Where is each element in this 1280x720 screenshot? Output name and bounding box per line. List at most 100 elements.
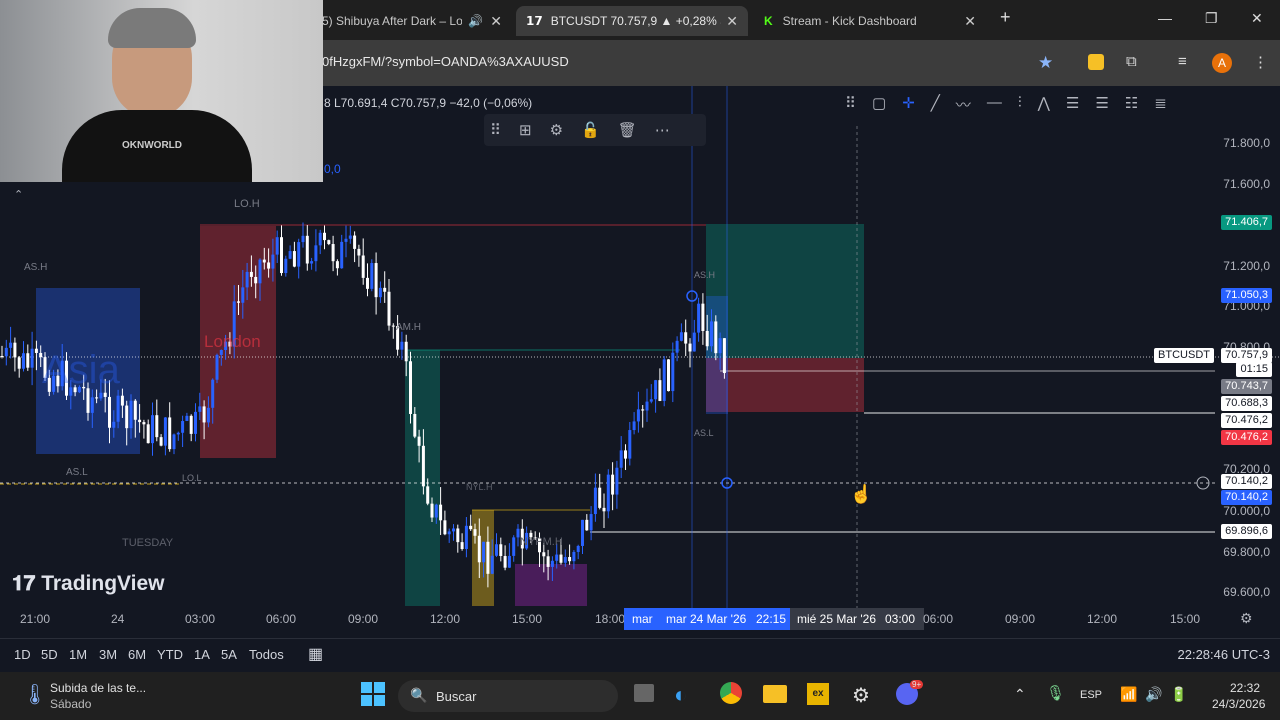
session-label: AS.H <box>694 270 716 280</box>
candle-body <box>499 544 503 557</box>
horizontal-line-tool-icon[interactable]: — <box>987 94 1002 120</box>
media-control-icon[interactable]: ≡ <box>1178 53 1187 70</box>
candle-body <box>370 263 374 289</box>
new-tab-button[interactable]: + <box>1000 7 1011 28</box>
range-5a-button[interactable]: 5A <box>221 647 237 662</box>
trendline-tool-icon[interactable]: ╱ <box>931 94 940 120</box>
candle-body <box>9 342 13 348</box>
settings-icon[interactable]: ⚙ <box>1240 610 1253 627</box>
candle-body <box>593 487 597 515</box>
settings-icon[interactable]: ⚙ <box>550 121 563 139</box>
lock-icon[interactable]: 🔓 <box>581 121 600 139</box>
speaker-icon[interactable]: 🔊 <box>468 14 483 28</box>
candle-body <box>688 343 692 352</box>
crosshair-tool-icon[interactable]: ✛ <box>902 94 915 120</box>
candle-body <box>103 392 107 397</box>
more-tools-icon[interactable]: ≣ <box>1154 94 1167 120</box>
extension-icon[interactable] <box>1088 54 1104 70</box>
close-window-icon[interactable]: ✕ <box>1251 10 1263 27</box>
exness-icon[interactable]: ex <box>807 683 829 705</box>
candle-body <box>310 261 314 264</box>
extensions-puzzle-icon[interactable]: ⧉ <box>1126 53 1137 70</box>
file-explorer-icon[interactable] <box>763 685 787 703</box>
taskbar-time[interactable]: 22:32 <box>1230 681 1260 695</box>
microphone-icon[interactable]: 🎙 <box>1046 684 1065 702</box>
channel-tool-icon[interactable]: ☰ <box>1095 94 1108 120</box>
range-bar: 1D 5D 1M 3M 6M YTD 1A 5A Todos ▦ 22:28:4… <box>0 638 1280 671</box>
candle-body <box>705 330 709 347</box>
zigzag-tool-icon[interactable]: ⋀ <box>1038 94 1050 120</box>
tab-shibuya[interactable]: 5) Shibuya After Dark – Lo 🔊 ✕ <box>322 6 512 36</box>
rectangle-tool-icon[interactable]: ▢ <box>872 94 886 120</box>
candle-body <box>383 287 387 292</box>
collapse-legend-icon[interactable]: ⌃ <box>14 188 23 201</box>
range-ytd-button[interactable]: YTD <box>157 647 183 662</box>
drag-handle-icon[interactable]: ⠿ <box>845 94 856 120</box>
kick-icon: K <box>764 14 773 28</box>
candle-body <box>550 560 554 567</box>
tab-btcusdt[interactable]: 𝟭𝟳 BTCUSDT 70.757,9 ▲ +0,28% Sh ✕ <box>516 6 748 36</box>
candle-body <box>189 415 193 434</box>
range-1d-button[interactable]: 1D <box>14 647 31 662</box>
task-view-icon[interactable] <box>634 684 654 702</box>
drag-handle-icon[interactable]: ⠿ <box>490 121 501 139</box>
candle-body <box>482 541 486 563</box>
template-icon[interactable]: ⊞ <box>519 121 532 139</box>
range-1m-button[interactable]: 1M <box>69 647 87 662</box>
range-6m-button[interactable]: 6M <box>128 647 146 662</box>
range-5d-button[interactable]: 5D <box>41 647 58 662</box>
weather-title[interactable]: Subida de las te... <box>50 681 146 695</box>
url-field[interactable]: 0fHzgxFM/?symbol=OANDA%3AXAUUSD <box>322 54 569 69</box>
app-icon[interactable]: ⚙ <box>852 683 870 708</box>
candle-body <box>615 467 619 495</box>
range-3m-button[interactable]: 3M <box>99 647 117 662</box>
candle-body <box>90 397 94 413</box>
candle-body <box>658 380 662 401</box>
candle-body <box>464 525 468 550</box>
restore-icon[interactable]: ❐ <box>1205 10 1218 27</box>
candle-body <box>108 396 111 428</box>
trash-icon[interactable]: 🗑 <box>618 121 637 139</box>
windows-start-icon[interactable] <box>361 682 385 706</box>
tray-chevron-icon[interactable]: ⌃ <box>1014 686 1026 703</box>
candle-body <box>421 445 425 487</box>
thermometer-icon[interactable]: 🌡 <box>22 682 47 707</box>
tab-label: BTCUSDT 70.757,9 ▲ +0,28% Sh <box>550 14 721 28</box>
tab-kick[interactable]: K Stream - Kick Dashboard ✕ <box>756 6 986 36</box>
close-icon[interactable]: ✕ <box>490 13 502 30</box>
weather-subtitle: Sábado <box>50 697 92 711</box>
path-tool-icon[interactable]: 〰 <box>956 94 971 120</box>
range-1a-button[interactable]: 1A <box>194 647 210 662</box>
chrome-icon[interactable] <box>720 682 742 704</box>
edge-icon[interactable]: ◐ <box>674 682 687 708</box>
close-icon[interactable]: ✕ <box>964 13 976 30</box>
candle-body <box>198 406 202 412</box>
volume-icon[interactable]: 🔊 <box>1145 686 1162 703</box>
candle-body <box>112 421 116 428</box>
candle-body <box>714 321 718 354</box>
list-tool-icon[interactable]: ☷ <box>1125 94 1138 120</box>
symbol-tag: BTCUSDT <box>1154 348 1214 363</box>
profile-avatar[interactable]: A <box>1212 53 1232 73</box>
bookmark-star-icon[interactable]: ★ <box>1038 53 1053 73</box>
taskbar-date[interactable]: 24/3/2026 <box>1212 697 1265 711</box>
calendar-icon[interactable]: ▦ <box>308 644 323 664</box>
candle-body <box>628 430 632 459</box>
fib-tool-icon[interactable]: ⫶ <box>1018 94 1022 120</box>
language-indicator[interactable]: ESP <box>1080 689 1102 701</box>
lines-tool-icon[interactable]: ☰ <box>1066 94 1079 120</box>
close-icon[interactable]: ✕ <box>726 13 738 30</box>
minimize-icon[interactable]: — <box>1158 10 1172 26</box>
menu-icon[interactable]: ⋮ <box>1253 53 1268 71</box>
candle-body <box>206 407 210 423</box>
clock-readout[interactable]: 22:28:46 UTC-3 <box>1178 647 1271 662</box>
wifi-icon[interactable]: 📶 <box>1120 686 1137 703</box>
more-icon[interactable]: ⋯ <box>655 121 670 139</box>
ny-pm-box <box>515 564 587 606</box>
taskbar-search[interactable]: 🔍 Buscar <box>398 680 618 712</box>
candle-body <box>684 332 688 344</box>
battery-icon[interactable]: 🔋 <box>1170 686 1187 703</box>
candle-body <box>649 399 653 402</box>
range-all-button[interactable]: Todos <box>249 647 284 662</box>
candle-body <box>439 504 443 521</box>
